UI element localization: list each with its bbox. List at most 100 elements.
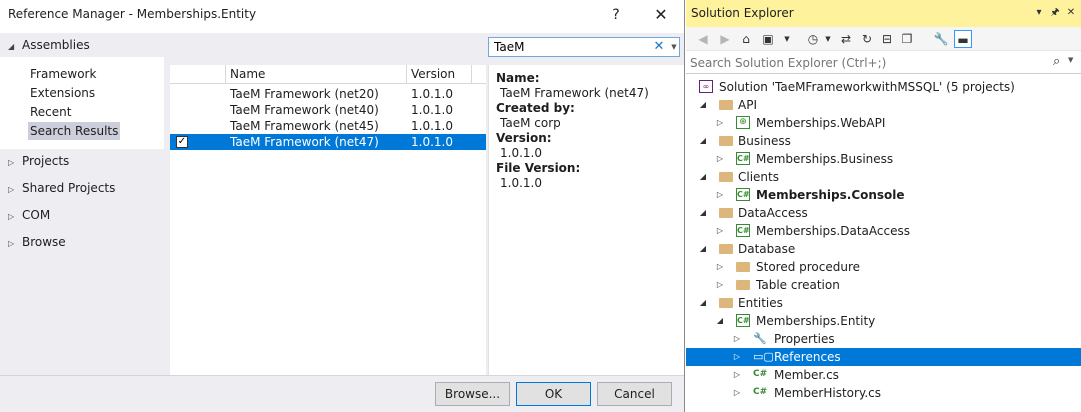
clear-search-icon[interactable]: ✕ xyxy=(652,38,666,56)
collapse-triangle-icon[interactable]: ◢ xyxy=(698,294,708,312)
properties-wrench-icon[interactable]: 🔧 xyxy=(932,30,950,48)
nav-item-extensions[interactable]: Extensions xyxy=(28,84,97,102)
result-row[interactable]: TaeM Framework (net40) 1.0.1.0 xyxy=(170,102,486,118)
tree-item-folder[interactable]: ◢ DataAccess xyxy=(686,204,1081,222)
close-button[interactable]: ✕ xyxy=(646,2,676,28)
result-row[interactable]: TaeM Framework (net20) 1.0.1.0 xyxy=(170,86,486,102)
collapse-triangle-icon[interactable]: ◢ xyxy=(715,312,725,330)
result-name: TaeM Framework (net45) xyxy=(230,119,379,133)
dialog-footer: Browse... OK Cancel xyxy=(0,375,684,412)
web-project-icon: ⊕ xyxy=(736,116,750,129)
expand-triangle-icon[interactable]: ▷ xyxy=(715,186,725,204)
chevron-down-icon[interactable]: ▼ xyxy=(819,30,837,48)
expand-triangle-icon[interactable]: ▷ xyxy=(732,366,742,384)
refresh-icon[interactable]: ↻ xyxy=(858,30,876,48)
home-icon[interactable]: ⌂ xyxy=(737,30,755,48)
nav-item-framework[interactable]: Framework xyxy=(28,65,98,83)
tree-item-solution[interactable]: ∞ Solution 'TaeMFrameworkwithMSSQL' (5 p… xyxy=(686,78,1081,96)
expand-triangle-icon[interactable]: ▷ xyxy=(732,330,742,348)
nav-item-search-results[interactable]: Search Results xyxy=(28,122,121,140)
tree-item-label: Memberships.Console xyxy=(756,188,905,202)
expand-triangle-icon[interactable]: ▷ xyxy=(715,276,725,294)
result-row-selected[interactable]: ✓ TaeM Framework (net47) 1.0.1.0 xyxy=(170,134,486,150)
tree-item-label: Memberships.Business xyxy=(756,152,894,166)
tree-item-file[interactable]: ▷ C# MemberHistory.cs xyxy=(686,384,1081,402)
search-icon[interactable]: ⌕ xyxy=(1053,54,1060,69)
nav-com[interactable]: ▷ COM xyxy=(0,203,50,227)
help-button[interactable]: ? xyxy=(601,2,631,28)
result-name: TaeM Framework (net47) xyxy=(230,135,379,149)
wrench-icon: 🔧 xyxy=(753,332,767,345)
collapse-triangle-icon: ◢ xyxy=(8,42,15,51)
tree-item-label: Member.cs xyxy=(774,368,839,382)
search-input[interactable] xyxy=(494,39,644,55)
collapse-triangle-icon[interactable]: ◢ xyxy=(698,240,708,258)
reference-checkbox[interactable]: ✓ xyxy=(176,136,188,148)
browse-button[interactable]: Browse... xyxy=(435,382,510,406)
back-icon[interactable]: ◀ xyxy=(694,30,712,48)
window-menu-icon[interactable]: ▾ xyxy=(1032,4,1046,22)
expand-triangle-icon[interactable]: ▷ xyxy=(715,222,725,240)
tree-item-folder[interactable]: ◢ Clients xyxy=(686,168,1081,186)
tree-item-project[interactable]: ▷ C# Memberships.DataAccess xyxy=(686,222,1081,240)
cancel-button[interactable]: Cancel xyxy=(597,382,672,406)
tree-item-folder[interactable]: ◢ API xyxy=(686,96,1081,114)
tree-item-folder[interactable]: ◢ Database xyxy=(686,240,1081,258)
tree-item-label: Memberships.WebAPI xyxy=(756,116,886,130)
header-name[interactable]: Name xyxy=(226,65,407,84)
tree-item-label: Properties xyxy=(774,332,835,346)
tree-item-project[interactable]: ◢ C# Memberships.Entity xyxy=(686,312,1081,330)
ok-button[interactable]: OK xyxy=(516,382,591,406)
header-version[interactable]: Version xyxy=(407,65,472,84)
tree-item-label: MemberHistory.cs xyxy=(774,386,882,400)
sync-with-document-icon[interactable]: ⇄ xyxy=(837,30,855,48)
nav-projects[interactable]: ▷ Projects xyxy=(0,149,69,173)
tree-item-folder[interactable]: ◢ Business xyxy=(686,132,1081,150)
expand-triangle-icon[interactable]: ▷ xyxy=(732,384,742,402)
forward-icon[interactable]: ▶ xyxy=(716,30,734,48)
tree-item-startup-project[interactable]: ▷ C# Memberships.Console xyxy=(686,186,1081,204)
expand-triangle-icon[interactable]: ▷ xyxy=(715,150,725,168)
expand-triangle-icon: ▷ xyxy=(8,239,15,248)
tree-item-folder[interactable]: ◢ Entities xyxy=(686,294,1081,312)
pin-icon[interactable]: 🖈 xyxy=(1048,4,1062,22)
chevron-down-icon[interactable]: ▼ xyxy=(778,30,796,48)
solution-search-input[interactable] xyxy=(690,55,1030,71)
result-version: 1.0.1.0 xyxy=(411,103,453,117)
close-icon[interactable]: ✕ xyxy=(1064,4,1078,22)
solution-explorer-title: Solution Explorer xyxy=(691,6,794,20)
details-created-value: TaeM corp xyxy=(500,116,561,130)
result-row[interactable]: TaeM Framework (net45) 1.0.1.0 xyxy=(170,118,486,134)
expand-triangle-icon[interactable]: ▷ xyxy=(715,258,725,276)
collapse-triangle-icon[interactable]: ◢ xyxy=(698,168,708,186)
tree-item-folder[interactable]: ▷ Stored procedure xyxy=(686,258,1081,276)
chevron-down-icon[interactable]: ▼ xyxy=(669,38,679,56)
tree-item-properties[interactable]: ▷ 🔧 Properties xyxy=(686,330,1081,348)
nav-browse[interactable]: ▷ Browse xyxy=(0,230,66,254)
csharp-project-icon: C# xyxy=(736,152,750,165)
dialog-body: ◢ Assemblies Framework Extensions Recent … xyxy=(0,33,684,375)
tree-item-file[interactable]: ▷ C# Member.cs xyxy=(686,366,1081,384)
show-all-files-icon[interactable]: ❐ xyxy=(898,30,916,48)
collapse-triangle-icon[interactable]: ◢ xyxy=(698,96,708,114)
chevron-down-icon[interactable]: ▼ xyxy=(1068,56,1073,64)
tree-item-folder[interactable]: ▷ Table creation xyxy=(686,276,1081,294)
result-name: TaeM Framework (net20) xyxy=(230,87,379,101)
preview-selected-items-icon[interactable]: ▬ xyxy=(954,30,972,48)
nav-item-recent[interactable]: Recent xyxy=(28,103,73,121)
nav-projects-label: Projects xyxy=(22,154,70,168)
expand-triangle-icon: ▷ xyxy=(8,185,15,194)
nav-shared-projects[interactable]: ▷ Shared Projects xyxy=(0,176,115,200)
collapse-triangle-icon[interactable]: ◢ xyxy=(698,204,708,222)
switch-views-icon[interactable]: ▣ xyxy=(759,30,777,48)
collapse-all-icon[interactable]: ⊟ xyxy=(878,30,896,48)
expand-triangle-icon[interactable]: ▷ xyxy=(732,348,742,366)
tree-item-label: API xyxy=(738,98,757,112)
tree-item-references-selected[interactable]: ▷ ▭▢ References xyxy=(686,348,1081,366)
tree-item-label: Memberships.DataAccess xyxy=(756,224,910,238)
expand-triangle-icon[interactable]: ▷ xyxy=(715,114,725,132)
tree-item-project[interactable]: ▷ C# Memberships.Business xyxy=(686,150,1081,168)
folder-icon xyxy=(719,298,733,308)
collapse-triangle-icon[interactable]: ◢ xyxy=(698,132,708,150)
tree-item-project[interactable]: ▷ ⊕ Memberships.WebAPI xyxy=(686,114,1081,132)
